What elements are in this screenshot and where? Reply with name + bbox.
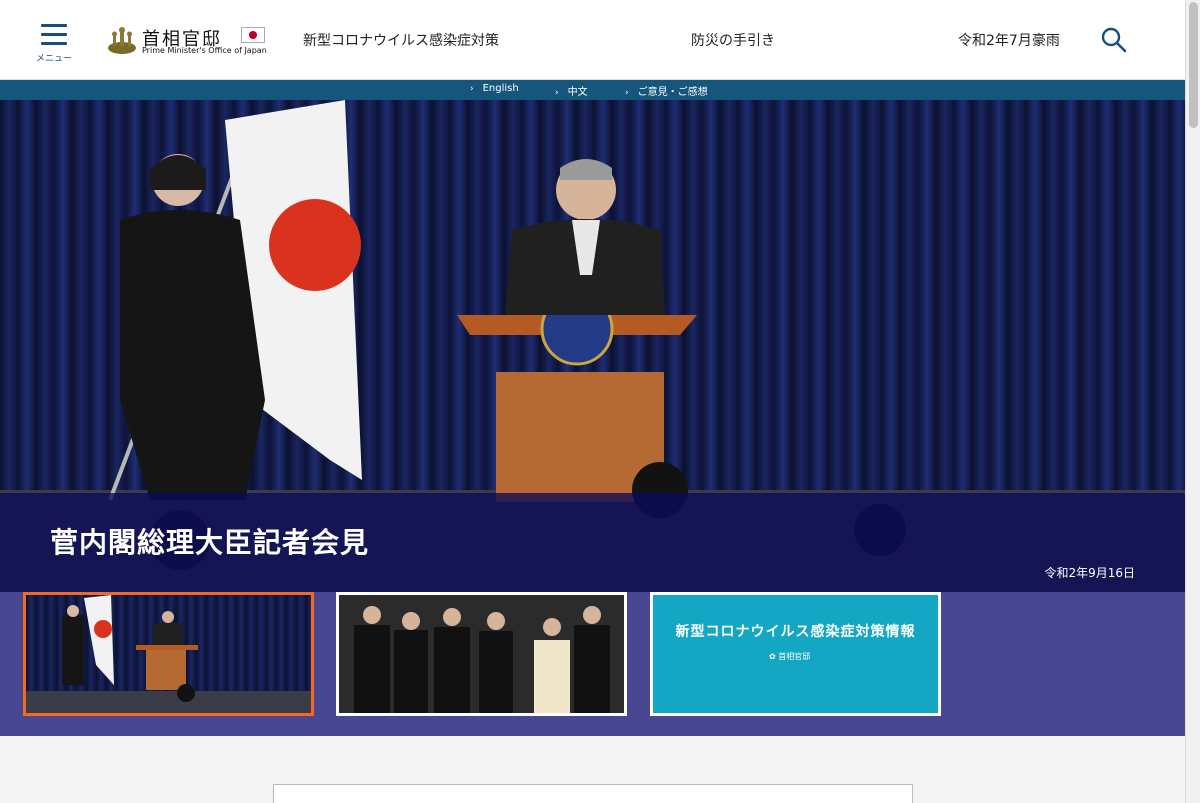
site-header: メニュー 首相官邸 Prime Minister's Office of Jap… (0, 0, 1185, 80)
nav-july-heavy-rain[interactable]: 令和2年7月豪雨 (958, 30, 1060, 50)
page-scrollbar[interactable] (1185, 0, 1200, 803)
hero-title[interactable]: 菅内閣総理大臣記者会見 (50, 521, 369, 561)
japan-flag-icon (241, 27, 265, 43)
search-icon (1101, 27, 1127, 53)
subnav-chinese[interactable]: › 中文 (555, 83, 588, 98)
search-button[interactable] (1101, 27, 1127, 53)
thumbnail-cabinet-photo[interactable] (336, 592, 627, 716)
chevron-right-icon: › (470, 84, 474, 94)
covid-info-logo: ✿ 首相官邸 (769, 652, 811, 661)
covid-info-title: 新型コロナウイルス感染症対策情報 (675, 624, 916, 640)
menu-label: メニュー (35, 54, 72, 64)
scrollbar-thumb[interactable] (1189, 2, 1198, 128)
thumbnail-press-conference[interactable] (23, 592, 314, 716)
crest-icon: ✿ (769, 652, 779, 661)
hero-date: 令和2年9月16日 (1044, 566, 1135, 580)
paulownia-crest-icon (108, 27, 136, 54)
nav-covid-measures[interactable]: 新型コロナウイルス感染症対策 (303, 30, 499, 50)
logo-english-text: Prime Minister's Office of Japan (142, 46, 267, 55)
subnav-english[interactable]: › English (470, 83, 519, 94)
menu-button[interactable]: メニュー (34, 24, 74, 64)
hamburger-icon (41, 24, 67, 27)
chevron-right-icon: › (625, 88, 629, 98)
thumbnail-covid-info[interactable]: 新型コロナウイルス感染症対策情報 ✿ 首相官邸 (650, 592, 941, 716)
thumbnail-photo (339, 595, 624, 713)
nav-disaster-guide[interactable]: 防災の手引き (691, 30, 775, 50)
language-bar: › English › 中文 › ご意見・ご感想 (0, 80, 1185, 100)
subnav-feedback[interactable]: › ご意見・ご感想 (625, 83, 708, 98)
site-logo[interactable]: 首相官邸 Prime Minister's Office of Japan (106, 24, 268, 58)
content-panel (273, 784, 913, 803)
thumbnail-strip: 新型コロナウイルス感染症対策情報 ✿ 首相官邸 (0, 592, 1185, 736)
chevron-right-icon: › (555, 88, 559, 98)
hero-caption: 菅内閣総理大臣記者会見 令和2年9月16日 (0, 493, 1185, 592)
thumbnail-photo (26, 595, 311, 713)
